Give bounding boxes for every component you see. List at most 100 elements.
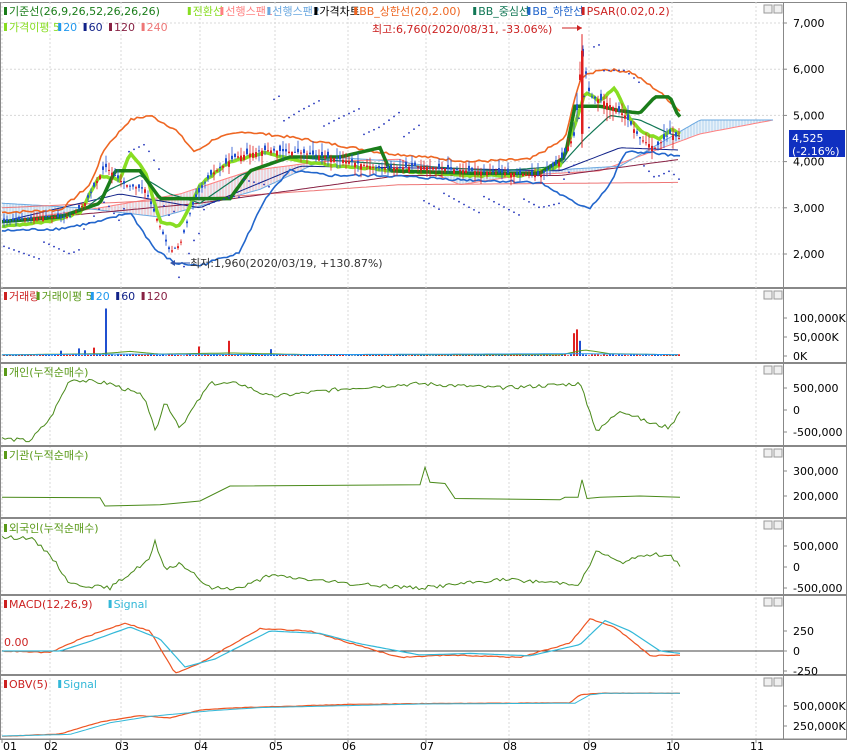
psar-dot bbox=[328, 122, 330, 125]
candle-body bbox=[471, 167, 473, 171]
psar-dot bbox=[68, 252, 70, 255]
candle-body bbox=[423, 166, 425, 170]
candle-body bbox=[581, 50, 584, 134]
last-price-change: (-2.16%) bbox=[792, 145, 840, 158]
volume-bar bbox=[114, 355, 116, 356]
psar-dot bbox=[28, 254, 30, 257]
candle-body bbox=[42, 217, 44, 221]
candle-body bbox=[456, 168, 458, 170]
candle-body bbox=[3, 218, 5, 222]
volume-bar bbox=[228, 340, 230, 356]
price-legend2-label: 240 bbox=[147, 21, 168, 34]
macd-line bbox=[1, 618, 681, 674]
psar-dot bbox=[53, 245, 55, 248]
candle-body bbox=[63, 216, 65, 218]
candle-body bbox=[246, 148, 248, 155]
institution-panel bbox=[0, 446, 847, 518]
psar-dot bbox=[578, 117, 580, 120]
candle-body bbox=[513, 173, 515, 177]
psar-dot bbox=[388, 119, 390, 122]
candle-body bbox=[150, 201, 152, 205]
macd-axis-tick-label: 0 bbox=[793, 645, 800, 658]
candle-body bbox=[162, 231, 164, 234]
volume-bar bbox=[639, 355, 641, 356]
psar-dot bbox=[478, 211, 480, 214]
candle-body bbox=[159, 226, 161, 228]
candle-body bbox=[225, 158, 227, 164]
candle-body bbox=[399, 166, 401, 168]
volume-bar bbox=[558, 355, 560, 356]
volume-bar bbox=[192, 355, 194, 356]
candle-body bbox=[540, 174, 542, 178]
candle-body bbox=[216, 170, 218, 172]
volume-bar bbox=[135, 354, 137, 356]
volume-bar bbox=[291, 355, 293, 356]
candle-body bbox=[516, 172, 518, 174]
candle-body bbox=[492, 170, 494, 173]
candle-body bbox=[117, 175, 119, 179]
candle-body bbox=[408, 166, 410, 172]
candle-body bbox=[657, 141, 659, 145]
price-legend-label: BB_중심선 bbox=[478, 5, 529, 18]
candle-body bbox=[81, 205, 83, 207]
foreign-panel bbox=[0, 518, 847, 595]
x-axis-month-label: 05 bbox=[269, 740, 283, 753]
candle-body bbox=[9, 220, 11, 222]
candle-body bbox=[660, 142, 662, 144]
candle-body bbox=[441, 168, 443, 170]
candle-body bbox=[468, 165, 470, 171]
candle-body bbox=[465, 170, 467, 174]
psar-dot bbox=[168, 214, 170, 217]
candle-body bbox=[537, 170, 539, 176]
psar-dot bbox=[133, 148, 135, 151]
candle-body bbox=[666, 135, 668, 137]
psar-dot bbox=[318, 100, 320, 102]
price-legend2-marker bbox=[4, 23, 7, 31]
x-axis-month-label: 07 bbox=[420, 740, 434, 753]
volume-bar bbox=[567, 355, 569, 356]
psar-dot bbox=[283, 119, 285, 122]
volume-bar bbox=[165, 355, 167, 356]
volume-bar bbox=[123, 354, 125, 356]
volume-bar bbox=[87, 354, 89, 356]
panel-minimize-icon bbox=[763, 365, 773, 375]
psar-dot bbox=[378, 126, 380, 129]
volume-legend-label: 거래이평 5 bbox=[42, 290, 93, 303]
candle-body bbox=[30, 216, 32, 219]
candle-body bbox=[381, 168, 383, 170]
price-legend-marker bbox=[527, 7, 531, 15]
candle-body bbox=[576, 104, 578, 111]
candle-body bbox=[585, 71, 587, 74]
psar-dot bbox=[323, 125, 325, 127]
psar-dot bbox=[353, 110, 355, 113]
psar-dot bbox=[203, 208, 205, 211]
institution-axis-tick-label: 300,000 bbox=[793, 465, 839, 478]
candle-body bbox=[417, 166, 419, 168]
panel-minimize-icon bbox=[763, 677, 773, 687]
candle-body bbox=[369, 166, 371, 169]
candle-body bbox=[378, 165, 380, 169]
candle-body bbox=[138, 184, 140, 188]
candle-body bbox=[210, 170, 212, 175]
candle-body bbox=[636, 131, 638, 134]
volume-bar bbox=[234, 355, 236, 356]
volume-legend-marker bbox=[36, 292, 40, 300]
volume-bar bbox=[174, 354, 176, 356]
candle-body bbox=[672, 135, 674, 140]
individual-panel bbox=[0, 363, 847, 446]
macd-zero-label: 0.00 bbox=[4, 636, 29, 649]
candle-body bbox=[24, 219, 26, 221]
volume-bar bbox=[615, 355, 617, 356]
candle-body bbox=[156, 218, 158, 221]
chart-window: 7,000 6,000 5,000 4,000 3,000 2,000 최고:6,760(2… bbox=[0, 0, 847, 753]
psar-dot bbox=[393, 115, 395, 118]
volume-bar bbox=[222, 354, 224, 356]
candle-body bbox=[420, 166, 422, 171]
candle-body bbox=[630, 121, 632, 125]
volume-legend-label: 20 bbox=[96, 290, 110, 303]
candle-body bbox=[342, 159, 344, 163]
volume-bar bbox=[594, 354, 596, 356]
volume-bar bbox=[507, 355, 509, 356]
price-legend-label: PSAR(0.02,0.2) bbox=[587, 5, 670, 18]
volume-bar bbox=[159, 355, 161, 356]
